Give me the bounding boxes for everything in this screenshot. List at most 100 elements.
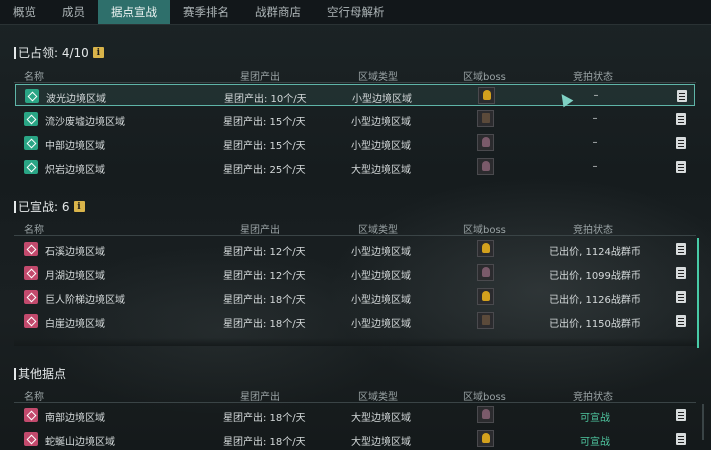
row-type: 小型边境区域 — [351, 247, 411, 258]
row-output: 星团产出: 18个/天 — [223, 319, 306, 330]
row-output: 星团产出: 18个/天 — [223, 437, 306, 448]
section-marker — [14, 200, 16, 213]
row-name: 中部边境区域 — [45, 141, 105, 152]
col-type: 区域类型 — [358, 392, 398, 403]
others-title-label: 其他据点 — [18, 367, 67, 381]
territory-icon — [24, 136, 38, 150]
tab-carrier-analysis[interactable]: 空行母解析 — [314, 0, 398, 24]
table-row[interactable]: 流沙废墟边境区域 星团产出: 15个/天 小型边境区域 – — [15, 108, 695, 130]
detail-icon[interactable] — [676, 315, 686, 327]
territory-icon — [24, 112, 38, 126]
detail-icon[interactable] — [676, 291, 686, 303]
tab-bar: 概览 成员 据点宣战 赛季排名 战群商店 空行母解析 — [0, 0, 711, 25]
tab-group-shop[interactable]: 战群商店 — [242, 0, 314, 24]
info-icon[interactable]: i — [73, 201, 85, 212]
detail-icon[interactable] — [676, 161, 686, 173]
row-status: 已出价, 1099战群币 — [549, 271, 641, 282]
detail-icon[interactable] — [676, 243, 686, 255]
col-output: 星团产出 — [240, 225, 280, 236]
col-output: 星团产出 — [240, 72, 280, 83]
row-name: 巨人阶梯边境区域 — [45, 295, 125, 306]
tab-members[interactable]: 成员 — [49, 0, 98, 24]
boss-portrait-icon — [477, 240, 494, 257]
col-name: 名称 — [24, 72, 44, 83]
boss-portrait-icon — [477, 288, 494, 305]
tab-stronghold-war[interactable]: 据点宣战 — [98, 0, 170, 24]
row-type: 小型边境区域 — [351, 117, 411, 128]
info-icon[interactable]: i — [92, 47, 104, 58]
boss-portrait-icon — [477, 158, 494, 175]
territory-icon — [24, 242, 38, 256]
declared-section-title: 已宣战: 6 i — [14, 198, 85, 215]
row-type: 大型边境区域 — [351, 413, 411, 424]
row-name: 月湖边境区域 — [45, 271, 105, 282]
table-header-occupied: 名称 星团产出 区域类型 区域boss 竞拍状态 — [14, 68, 696, 83]
row-type: 小型边境区域 — [351, 295, 411, 306]
detail-icon[interactable] — [677, 90, 687, 102]
tab-season-ranking[interactable]: 赛季排名 — [170, 0, 242, 24]
detail-icon[interactable] — [676, 409, 686, 421]
col-status: 竞拍状态 — [573, 225, 613, 236]
row-status: – — [592, 161, 598, 172]
boss-portrait-icon — [478, 87, 495, 104]
row-status: 已出价, 1124战群币 — [549, 247, 641, 258]
boss-portrait-icon — [477, 110, 494, 127]
col-status: 竞拍状态 — [573, 392, 613, 403]
row-name: 南部边境区域 — [45, 413, 105, 424]
row-status: 已出价, 1126战群币 — [549, 295, 641, 306]
row-name: 蛇蜒山边境区域 — [45, 437, 115, 448]
territory-icon — [24, 432, 38, 446]
occupied-count-label: 已占领: 4/10 — [18, 46, 89, 60]
col-status: 竞拍状态 — [573, 72, 613, 83]
col-boss: 区域boss — [463, 225, 506, 236]
detail-icon[interactable] — [676, 137, 686, 149]
detail-icon[interactable] — [676, 113, 686, 125]
table-row[interactable]: 石溪边境区域 星团产出: 12个/天 小型边境区域 已出价, 1124战群币 — [15, 238, 695, 260]
table-row[interactable]: 巨人阶梯边境区域 星团产出: 18个/天 小型边境区域 已出价, 1126战群币 — [15, 286, 695, 308]
row-type: 小型边境区域 — [351, 271, 411, 282]
scrollbar-others[interactable] — [702, 404, 704, 440]
row-output: 星团产出: 10个/天 — [224, 94, 307, 105]
declared-count-label: 已宣战: 6 — [18, 200, 70, 214]
scroll-fade — [14, 338, 696, 346]
detail-icon[interactable] — [676, 267, 686, 279]
table-row[interactable]: 白崖边境区域 星团产出: 18个/天 小型边境区域 已出价, 1150战群币 — [15, 310, 695, 332]
boss-portrait-icon — [477, 312, 494, 329]
row-output: 星团产出: 12个/天 — [223, 271, 306, 282]
row-name: 炽岩边境区域 — [45, 165, 105, 176]
table-row[interactable]: 炽岩边境区域 星团产出: 25个/天 大型边境区域 – — [15, 156, 695, 178]
boss-portrait-icon — [477, 264, 494, 281]
col-boss: 区域boss — [463, 72, 506, 83]
table-row[interactable]: 月湖边境区域 星团产出: 12个/天 小型边境区域 已出价, 1099战群币 — [15, 262, 695, 284]
row-type: 小型边境区域 — [352, 94, 412, 105]
table-row[interactable]: 波光边境区域 星团产出: 10个/天 小型边境区域 – — [15, 84, 695, 106]
territory-icon — [24, 290, 38, 304]
declare-war-link[interactable]: 可宣战 — [535, 433, 655, 448]
boss-portrait-icon — [477, 134, 494, 151]
table-header-others: 名称 星团产出 区域类型 区域boss 竞拍状态 — [14, 388, 696, 403]
occupied-section-title: 已占领: 4/10 i — [14, 44, 104, 61]
col-type: 区域类型 — [358, 225, 398, 236]
table-header-declared: 名称 星团产出 区域类型 区域boss 竞拍状态 — [14, 221, 696, 236]
col-name: 名称 — [24, 392, 44, 403]
territory-icon — [24, 266, 38, 280]
row-type: 小型边境区域 — [351, 319, 411, 330]
others-section-title: 其他据点 — [14, 365, 66, 382]
row-status: 已出价, 1150战群币 — [549, 319, 641, 330]
section-marker — [14, 367, 16, 380]
table-row[interactable]: 蛇蜒山边境区域 星团产出: 18个/天 大型边境区域 可宣战 — [15, 428, 695, 450]
tab-overview[interactable]: 概览 — [0, 0, 49, 24]
territory-icon — [25, 89, 39, 103]
table-row[interactable]: 南部边境区域 星团产出: 18个/天 大型边境区域 可宣战 — [15, 404, 695, 426]
detail-icon[interactable] — [676, 433, 686, 445]
declare-war-link[interactable]: 可宣战 — [535, 409, 655, 424]
row-name: 石溪边境区域 — [45, 247, 105, 258]
scrollbar-declared[interactable] — [697, 238, 699, 348]
table-row[interactable]: 中部边境区域 星团产出: 15个/天 小型边境区域 – — [15, 132, 695, 154]
row-status: – — [592, 113, 598, 124]
row-type: 大型边境区域 — [351, 437, 411, 448]
row-output: 星团产出: 18个/天 — [223, 295, 306, 306]
col-output: 星团产出 — [240, 392, 280, 403]
col-name: 名称 — [24, 225, 44, 236]
boss-portrait-icon — [477, 406, 494, 423]
